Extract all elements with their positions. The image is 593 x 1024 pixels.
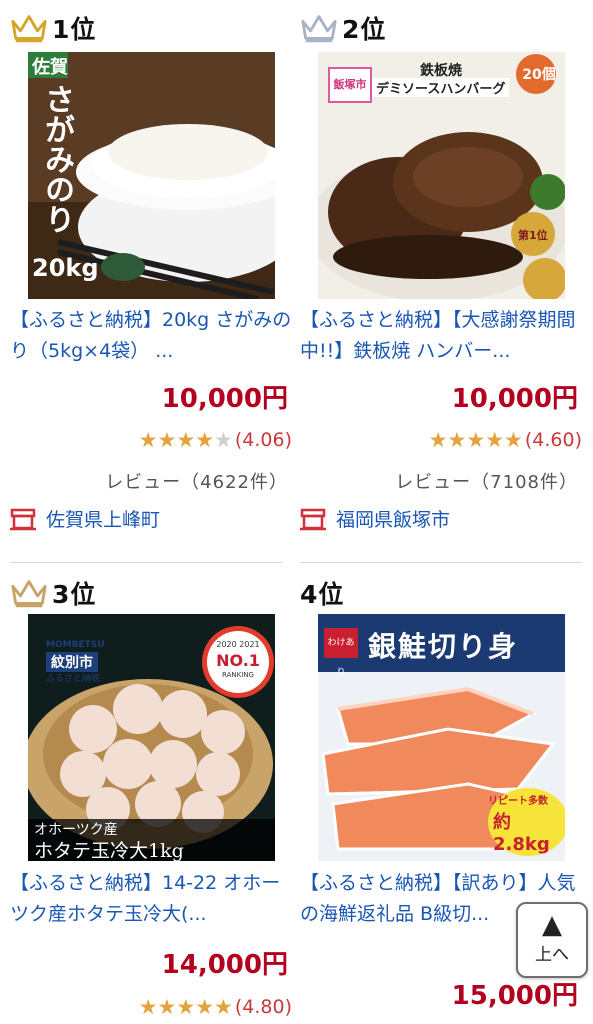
rating-row: ★★★★★ (4.80) bbox=[139, 995, 292, 1019]
product-image-scallop[interactable]: MOMBETSU 紋別市 ふるさと納税 2020 2021 NO.1 RANKI… bbox=[28, 614, 275, 861]
image-weight-text: 20kg bbox=[32, 254, 99, 282]
image-headline-2: デミソースハンバーグ bbox=[372, 78, 510, 97]
image-tag: わけあり bbox=[324, 628, 358, 678]
rating-value: (4.06) bbox=[234, 429, 292, 451]
rank-label: 4位 bbox=[300, 580, 345, 609]
image-tag: 佐賀 bbox=[32, 57, 68, 78]
rank-label: 3位 bbox=[10, 573, 96, 613]
arrow-up-icon: ▲ bbox=[542, 910, 562, 940]
row-divider bbox=[10, 562, 282, 563]
rating-row: ★★★★★ (4.06) bbox=[139, 428, 292, 452]
product-price: 10,000円 bbox=[451, 384, 578, 414]
product-title-link[interactable]: 【ふるさと納税】14-22 オホーツク産ホタテ玉冷大(... bbox=[10, 868, 294, 930]
shop-icon bbox=[10, 508, 36, 530]
rating-value: (4.80) bbox=[234, 996, 292, 1018]
rank-label: 2位 bbox=[300, 8, 386, 48]
product-title-link[interactable]: 【ふるさと納税】20kg さがみのり（5kg×4袋） ... bbox=[10, 305, 294, 367]
back-to-top-button[interactable]: ▲ 上へ bbox=[516, 902, 588, 978]
award-years: 2020 2021 bbox=[216, 640, 260, 649]
award-title: NO.1 bbox=[216, 651, 260, 670]
product-image-salmon[interactable]: わけあり 銀鮭切り身 リピート多数 約2.8kg bbox=[318, 614, 565, 861]
location-link[interactable]: 佐賀県上峰町 bbox=[10, 505, 160, 532]
location-name: 福岡県飯塚市 bbox=[336, 509, 451, 531]
image-city-label: 紋別市 bbox=[46, 652, 98, 672]
review-count-link[interactable]: レビュー（4622件） bbox=[105, 468, 288, 494]
image-count-badge: 20個 bbox=[522, 67, 556, 83]
product-title-link[interactable]: 【ふるさと納税】【大感謝祭期間中!!】鉄板焼 ハンバー... bbox=[300, 305, 584, 367]
rating-stars: ★★★★★ bbox=[428, 428, 523, 452]
image-city-badge: 飯塚市 bbox=[328, 67, 372, 103]
crown-icon bbox=[301, 15, 337, 43]
image-sub-label: ふるさと納税 bbox=[46, 674, 101, 684]
rating-stars: ★★★★★ bbox=[138, 428, 233, 452]
product-image-rice[interactable]: 佐賀 さがみのり 20kg bbox=[28, 52, 275, 299]
review-count-link[interactable]: レビュー（7108件） bbox=[395, 468, 578, 494]
image-brand-text: さがみのり bbox=[39, 84, 74, 234]
image-caption-2: ホタテ玉冷大1kg bbox=[34, 840, 184, 861]
location-link[interactable]: 福岡県飯塚市 bbox=[300, 505, 450, 532]
award-sub: RANKING bbox=[222, 671, 254, 679]
image-headline-1: 鉄板焼 bbox=[420, 63, 462, 79]
product-price: 15,000円 bbox=[451, 981, 578, 1011]
image-award-badge: 第1位 bbox=[518, 229, 548, 242]
product-price: 14,000円 bbox=[161, 950, 288, 980]
image-brand-name: MOMBETSU bbox=[46, 640, 105, 650]
crown-icon bbox=[11, 15, 47, 43]
product-price: 10,000円 bbox=[161, 384, 288, 414]
location-name: 佐賀県上峰町 bbox=[46, 509, 161, 531]
row-divider bbox=[300, 562, 582, 563]
shop-icon bbox=[300, 508, 326, 530]
image-headline: 銀鮭切り身 bbox=[368, 630, 519, 663]
rating-row: ★★★★★ (4.60) bbox=[429, 428, 582, 452]
rating-stars: ★★★★★ bbox=[138, 995, 233, 1019]
product-image-hamburg[interactable]: 飯塚市 鉄板焼 デミソースハンバーグ 20個 第1位 bbox=[318, 52, 565, 299]
image-weight-label: 約2.8kg bbox=[493, 812, 550, 855]
back-to-top-label: 上へ bbox=[535, 945, 569, 965]
rank-label: 1位 bbox=[10, 8, 96, 48]
image-repeat-label: リピート多数 bbox=[488, 796, 548, 807]
crown-icon bbox=[11, 580, 47, 608]
rating-value: (4.60) bbox=[524, 429, 582, 451]
